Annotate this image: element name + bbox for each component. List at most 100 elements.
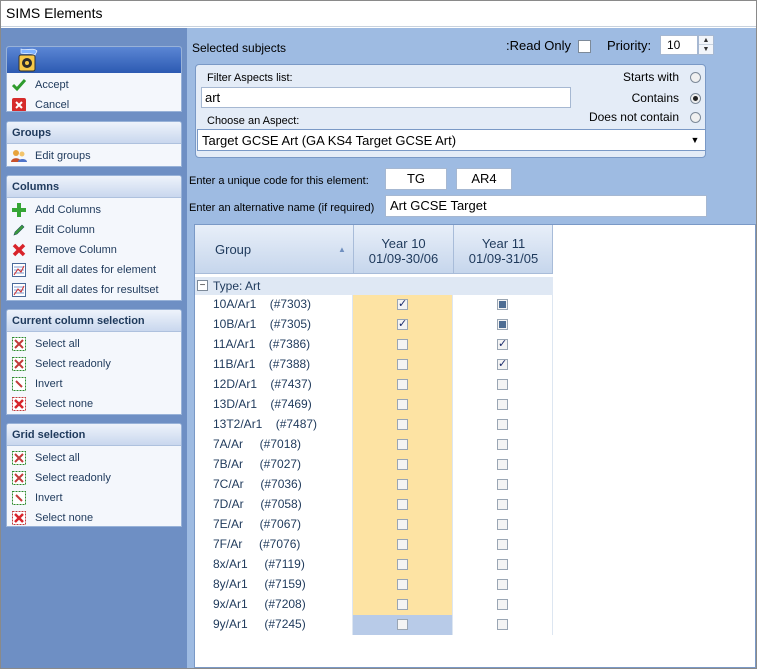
column-select-none-button[interactable]: Select none [11,394,181,414]
table-row[interactable]: 7F/Ar (#7076) [195,535,553,555]
checkbox[interactable] [497,539,508,550]
spin-down-icon[interactable]: ▼ [699,45,713,54]
grid-select-all-button[interactable]: Select all [11,448,181,468]
table-row[interactable]: 12D/Ar1 (#7437) [195,375,553,395]
table-row[interactable]: 7E/Ar (#7067) [195,515,553,535]
checkbox[interactable] [497,479,508,490]
year10-cell[interactable] [353,395,453,415]
checkbox[interactable] [397,559,408,570]
checkbox[interactable] [397,359,408,370]
grid-select-readonly-button[interactable]: Select readonly [11,468,181,488]
read-only-checkbox[interactable] [578,40,591,53]
checkbox[interactable] [397,579,408,590]
year11-cell[interactable] [453,495,553,515]
checkbox[interactable] [397,399,408,410]
remove-column-button[interactable]: Remove Column [11,240,181,260]
checkbox[interactable] [497,459,508,470]
unique-code-input-2[interactable]: AR4 [456,168,512,190]
year11-cell[interactable] [453,415,553,435]
checkbox[interactable] [497,599,508,610]
year10-cell[interactable] [353,495,453,515]
edit-dates-resultset-button[interactable]: Edit all dates for resultset [11,280,181,300]
year11-cell[interactable] [453,475,553,495]
year10-column-header[interactable]: Year 10 01/09-30/06 [353,225,453,274]
year11-cell[interactable] [453,355,553,375]
checkbox[interactable] [497,579,508,590]
checkbox[interactable] [397,459,408,470]
year11-column-header[interactable]: Year 11 01/09-31/05 [453,225,553,274]
year10-cell[interactable] [353,435,453,455]
table-row[interactable]: 7A/Ar (#7018) [195,435,553,455]
table-row[interactable]: 8x/Ar1 (#7119) [195,555,553,575]
year10-cell[interactable] [353,415,453,435]
cancel-button[interactable]: Cancel [11,95,181,111]
collapse-icon[interactable]: − [197,280,208,291]
year10-cell[interactable] [353,575,453,595]
filter-input[interactable]: art [201,87,571,108]
checkbox[interactable] [497,619,508,630]
grid-invert-button[interactable]: Invert [11,488,181,508]
checkbox[interactable] [397,479,408,490]
year10-cell[interactable] [353,335,453,355]
edit-dates-element-button[interactable]: Edit all dates for element [11,260,181,280]
year11-cell[interactable] [453,335,553,355]
type-group-row[interactable]: − Type: Art [195,277,553,295]
year11-cell[interactable] [453,315,553,335]
alt-name-input[interactable]: Art GCSE Target [385,195,707,217]
table-row[interactable]: 9y/Ar1 (#7245) [195,615,553,635]
table-row[interactable]: 7B/Ar (#7027) [195,455,553,475]
checkbox[interactable] [397,599,408,610]
year10-cell[interactable] [353,615,453,635]
aspect-select[interactable]: Target GCSE Art (GA KS4 Target GCSE Art)… [197,129,706,151]
year10-cell[interactable] [353,595,453,615]
edit-groups-button[interactable]: Edit groups [11,146,181,166]
unique-code-input-1[interactable]: TG [385,168,447,190]
priority-input[interactable]: 10 [660,35,698,55]
year11-cell[interactable] [453,435,553,455]
checkbox[interactable] [397,539,408,550]
starts-with-radio[interactable] [690,72,701,83]
add-columns-button[interactable]: Add Columns [11,200,181,220]
checkbox[interactable] [497,299,508,310]
checkbox[interactable] [497,419,508,430]
grid-select-none-button[interactable]: Select none [11,508,181,526]
checkbox[interactable] [397,519,408,530]
year11-cell[interactable] [453,575,553,595]
column-select-readonly-button[interactable]: Select readonly [11,354,181,374]
checkbox[interactable] [397,339,408,350]
year10-cell[interactable] [353,295,453,315]
year11-cell[interactable] [453,295,553,315]
checkbox[interactable] [497,357,508,370]
year11-cell[interactable] [453,515,553,535]
edit-column-button[interactable]: Edit Column [11,220,181,240]
checkbox[interactable] [497,399,508,410]
table-row[interactable]: 8y/Ar1 (#7159) [195,575,553,595]
table-row[interactable]: 7C/Ar (#7036) [195,475,553,495]
checkbox[interactable] [497,499,508,510]
year10-cell[interactable] [353,375,453,395]
year10-cell[interactable] [353,515,453,535]
checkbox[interactable] [497,519,508,530]
table-row[interactable]: 13D/Ar1 (#7469) [195,395,553,415]
checkbox[interactable] [497,439,508,450]
year10-cell[interactable] [353,535,453,555]
checkbox[interactable] [397,499,408,510]
table-row[interactable]: 11A/Ar1 (#7386) [195,335,553,355]
year11-cell[interactable] [453,395,553,415]
checkbox[interactable] [397,379,408,390]
checkbox[interactable] [397,419,408,430]
does-not-contain-radio[interactable] [690,112,701,123]
table-row[interactable]: 9x/Ar1 (#7208) [195,595,553,615]
checkbox[interactable] [497,559,508,570]
year11-cell[interactable] [453,535,553,555]
column-select-all-button[interactable]: Select all [11,334,181,354]
accept-button[interactable]: Accept [11,75,181,95]
table-row[interactable]: 10A/Ar1 (#7303) [195,295,553,315]
table-row[interactable]: 13T2/Ar1 (#7487) [195,415,553,435]
year10-cell[interactable] [353,355,453,375]
year11-cell[interactable] [453,555,553,575]
checkbox[interactable] [397,317,408,330]
table-row[interactable]: 10B/Ar1 (#7305) [195,315,553,335]
chevron-down-icon[interactable]: ▼ [688,133,702,147]
priority-spinner[interactable]: ▲ ▼ [698,35,714,55]
